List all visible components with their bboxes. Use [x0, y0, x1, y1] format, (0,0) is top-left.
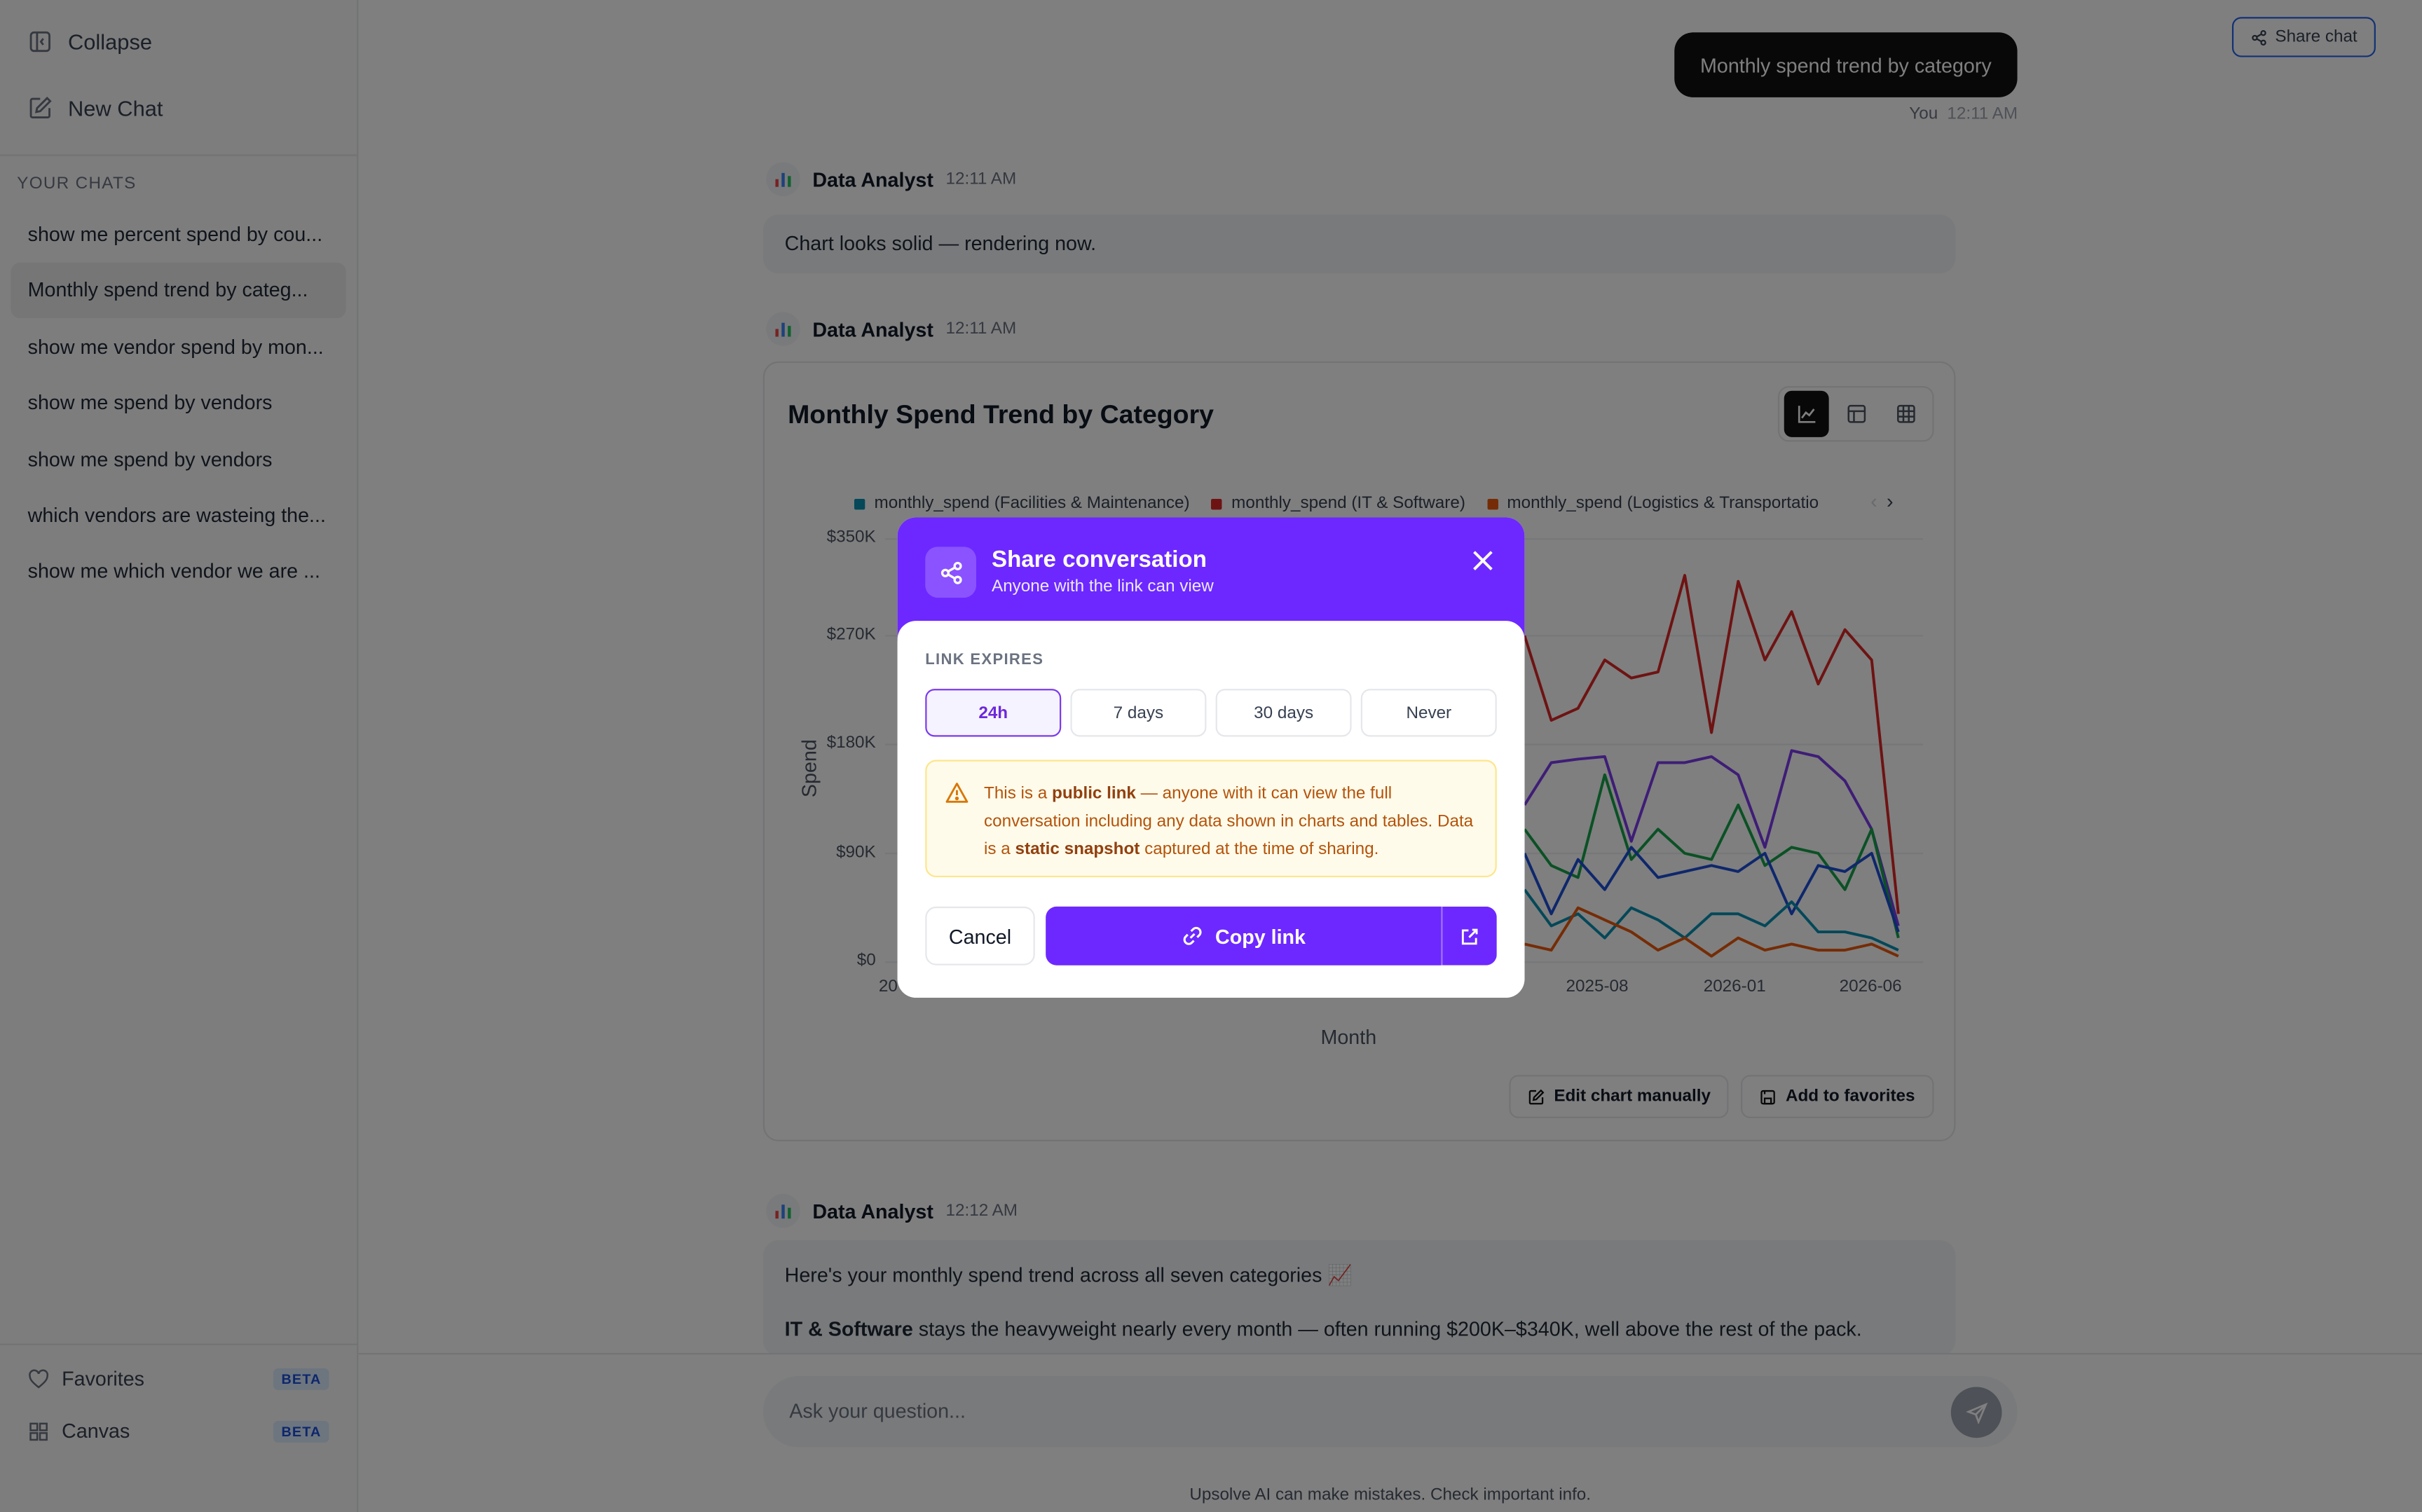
- expiry-option[interactable]: 24h: [925, 689, 1062, 737]
- app-window: Collapse New Chat YOUR CHATS show me per…: [0, 0, 2422, 1512]
- warning-icon: [945, 783, 969, 803]
- copy-link-button[interactable]: Copy link: [1046, 906, 1442, 965]
- share-dialog: Share conversation Anyone with the link …: [897, 517, 1525, 998]
- link-icon: [1183, 926, 1201, 945]
- dialog-subtitle: Anyone with the link can view: [992, 577, 1214, 596]
- dialog-body: LINK EXPIRES 24h 7 days 30 days Never This …: [897, 621, 1525, 998]
- warning-text: This is a public link — anyone with it c…: [984, 784, 1474, 859]
- public-link-warning: This is a public link — anyone with it c…: [925, 760, 1497, 878]
- share-icon: [925, 547, 976, 598]
- expiry-option[interactable]: Never: [1360, 689, 1497, 737]
- dialog-title: Share conversation: [992, 547, 1207, 573]
- link-expires-label: LINK EXPIRES: [925, 652, 1044, 669]
- cancel-button[interactable]: Cancel: [925, 906, 1035, 965]
- open-link-button[interactable]: [1441, 906, 1497, 965]
- expiry-option[interactable]: 7 days: [1070, 689, 1207, 737]
- copy-link-label: Copy link: [1215, 924, 1306, 948]
- external-link-icon: [1461, 928, 1478, 944]
- expiry-option[interactable]: 30 days: [1215, 689, 1352, 737]
- close-icon[interactable]: [1469, 547, 1497, 575]
